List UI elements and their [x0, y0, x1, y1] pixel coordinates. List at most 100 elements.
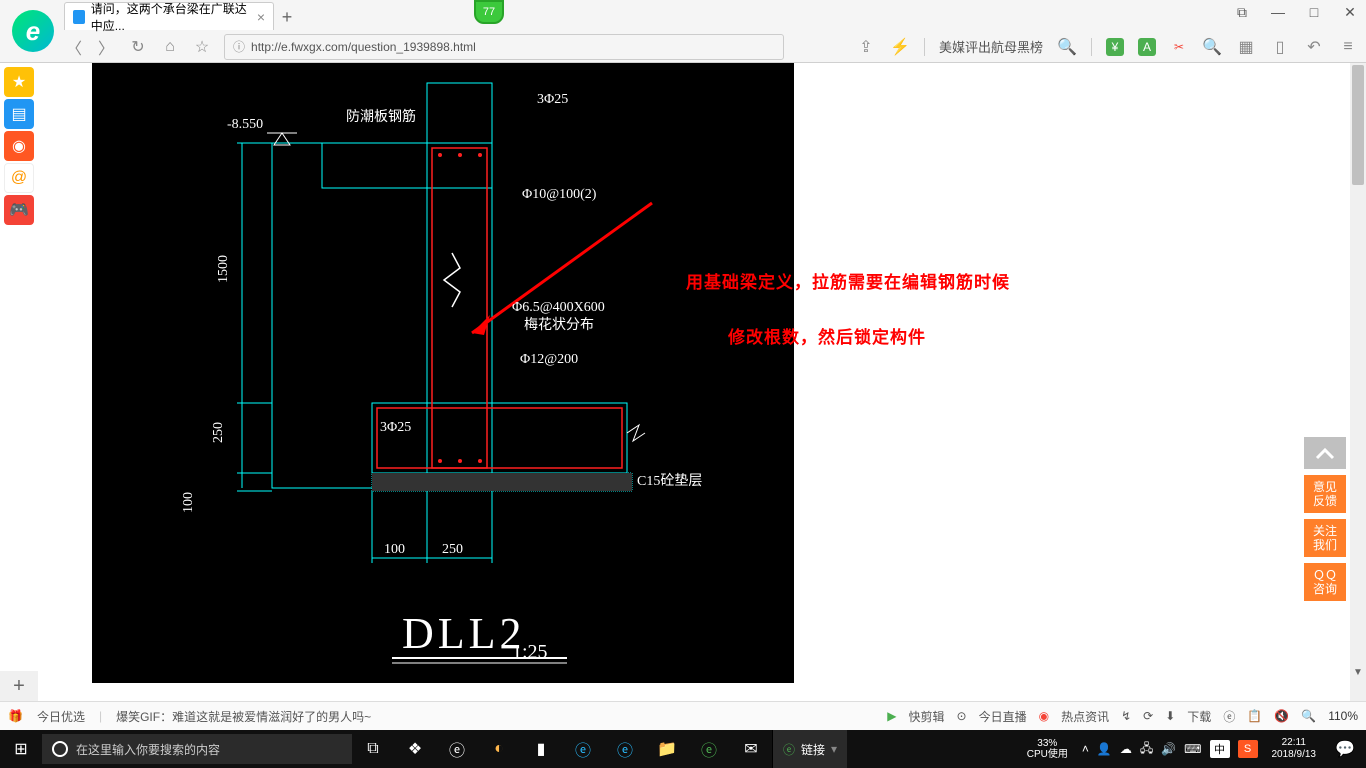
status-ico4[interactable]: 📋: [1247, 709, 1262, 723]
follow-button[interactable]: 关注 我们: [1304, 519, 1346, 557]
reader-icon[interactable]: ▯: [1270, 37, 1290, 57]
menu-icon[interactable]: ≡: [1338, 37, 1358, 57]
tray-up-icon[interactable]: ˄: [1082, 742, 1089, 756]
tray-vol-icon[interactable]: 🔊: [1161, 742, 1176, 756]
window-controls: ⧉ — □ ✕: [1232, 4, 1360, 21]
kuaijian-label[interactable]: 快剪辑: [909, 708, 945, 725]
dock-at[interactable]: @: [4, 163, 34, 193]
status-news[interactable]: 爆笑GIF：难道这就是被爱情滋润好了的男人吗~: [116, 708, 371, 725]
tb-360[interactable]: ⓔ: [688, 730, 730, 768]
floating-buttons: 意见 反馈 关注 我们 ＱＱ 咨询: [1304, 437, 1346, 601]
zoom-tool-icon[interactable]: 🔍: [1301, 709, 1316, 723]
url-text: http://e.fwxgx.com/question_1939898.html: [251, 40, 476, 54]
taskview-icon[interactable]: ⧉: [352, 730, 394, 768]
hot-label[interactable]: 热点资讯: [1061, 708, 1109, 725]
zoom-icon[interactable]: 🔍: [1202, 37, 1222, 57]
cad-scale: 1:25: [512, 641, 548, 663]
hot-news-text[interactable]: 美媒评出航母黑榜: [939, 37, 1043, 56]
tray-cloud-icon[interactable]: ☁: [1120, 742, 1132, 756]
scrollbar-thumb[interactable]: [1352, 65, 1364, 185]
taskbar-clock[interactable]: 22:11 2018/9/13: [1264, 737, 1325, 761]
tab-bar: 请问，这两个承台梁在广联达中应... × + 77: [0, 0, 1366, 30]
dock-weibo[interactable]: ◉: [4, 131, 34, 161]
cad-dim-250b: 250: [442, 542, 463, 557]
search-icon[interactable]: 🔍: [1057, 37, 1077, 57]
tray-net-icon[interactable]: 🖧: [1140, 739, 1153, 760]
scrollbar-down-icon[interactable]: ▼: [1350, 667, 1366, 683]
kuaijian-icon[interactable]: ▶: [887, 709, 896, 723]
wallet-icon[interactable]: ¥: [1106, 38, 1124, 56]
tab-favicon: [73, 10, 85, 24]
cpu-pct: 33%: [1037, 738, 1057, 749]
dock-favorites[interactable]: ★: [4, 67, 34, 97]
tray-kb-icon[interactable]: ⌨: [1184, 742, 1201, 756]
gift-icon[interactable]: 🎁: [8, 709, 23, 723]
share-icon[interactable]: ⇪: [856, 37, 876, 57]
dock-news[interactable]: ▤: [4, 99, 34, 129]
tab-close-icon[interactable]: ×: [257, 9, 265, 25]
back-to-top-button[interactable]: [1304, 437, 1346, 469]
tab-title: 请问，这两个承台梁在广联达中应...: [91, 0, 251, 34]
notification-badge[interactable]: 77: [474, 0, 504, 24]
window-close-icon[interactable]: ✕: [1340, 4, 1360, 21]
tb-browser-link[interactable]: ⓔ 链接 ▾: [772, 730, 847, 768]
tb-explorer[interactable]: 📁: [646, 730, 688, 768]
window-maximize-icon[interactable]: □: [1304, 4, 1324, 21]
tb-ie[interactable]: ⓔ: [604, 730, 646, 768]
status-ico2[interactable]: ⟳: [1143, 709, 1153, 723]
ime-indicator[interactable]: 中: [1210, 740, 1230, 758]
nav-forward-icon[interactable]: 〉: [96, 37, 116, 57]
page-content: -8.550 防潮板钢筋 3Φ25 Φ10@100(2) Φ6.5@400X60…: [38, 63, 1366, 701]
apps-icon[interactable]: ▦: [1236, 37, 1256, 57]
cad-rebar-bottom: 3Φ25: [380, 420, 411, 435]
nav-home-icon[interactable]: ⌂: [160, 37, 180, 57]
status-ico1[interactable]: ↯: [1121, 709, 1131, 723]
url-input[interactable]: ⓘ http://e.fwxgx.com/question_1939898.ht…: [224, 34, 784, 60]
nav-back-icon[interactable]: 〈: [64, 37, 84, 57]
sogou-icon[interactable]: S: [1238, 740, 1258, 758]
cortana-icon: [52, 741, 68, 757]
tb-edge[interactable]: ⓔ: [562, 730, 604, 768]
mute-icon[interactable]: 🔇: [1274, 709, 1289, 723]
tb-app4[interactable]: ▮: [520, 730, 562, 768]
cpu-meter[interactable]: 33% CPU使用: [1019, 730, 1076, 768]
new-tab-button[interactable]: +: [274, 4, 300, 30]
cad-tie-note: 梅花状分布: [524, 317, 594, 333]
nav-reload-icon[interactable]: ↻: [128, 37, 148, 57]
clock-time: 22:11: [1282, 737, 1306, 749]
clock-date: 2018/9/13: [1272, 749, 1317, 761]
screenshot-icon[interactable]: ✂: [1170, 38, 1188, 56]
annotation-text: 用基础梁定义，拉筋需要在编辑钢筋时候 修改根数，然后锁定构件: [686, 269, 1010, 351]
download-label[interactable]: 下载: [1187, 708, 1211, 725]
tb-mail[interactable]: ✉: [730, 730, 772, 768]
browser-status-bar: 🎁 今日优选 | 爆笑GIF：难道这就是被爱情滋润好了的男人吗~ ▶ 快剪辑 ⊙…: [0, 701, 1366, 730]
today-pick[interactable]: 今日优选: [37, 708, 85, 725]
hot-icon[interactable]: ◉: [1039, 709, 1049, 723]
live-label[interactable]: 今日直播: [979, 708, 1027, 725]
undo-icon[interactable]: ↶: [1304, 37, 1324, 57]
tray-user-icon[interactable]: 👤: [1097, 742, 1112, 756]
browser-tab[interactable]: 请问，这两个承台梁在广联达中应... ×: [64, 2, 274, 30]
taskbar-search[interactable]: 在这里输入你要搜索的内容: [42, 734, 352, 764]
dock-add-button[interactable]: +: [0, 671, 38, 701]
cad-dim-250: 250: [211, 422, 226, 443]
vertical-scrollbar[interactable]: ▼: [1350, 63, 1366, 701]
window-minimize-icon[interactable]: —: [1268, 4, 1288, 21]
live-icon[interactable]: ⊙: [957, 709, 967, 723]
zoom-value[interactable]: 110%: [1328, 709, 1358, 723]
translate-icon[interactable]: A: [1138, 38, 1156, 56]
nav-favorite-icon[interactable]: ☆: [192, 37, 212, 57]
download-icon[interactable]: ⬇: [1165, 709, 1175, 723]
feedback-button[interactable]: 意见 反馈: [1304, 475, 1346, 513]
browser-chrome: e 请问，这两个承台梁在广联达中应... × + 77 ⧉ — □ ✕ 〈 〉 …: [0, 0, 1366, 63]
qq-button[interactable]: ＱＱ 咨询: [1304, 563, 1346, 601]
dock-games[interactable]: 🎮: [4, 195, 34, 225]
tb-app2[interactable]: ⓔ: [436, 730, 478, 768]
action-center-icon[interactable]: 💬: [1324, 730, 1366, 768]
start-button[interactable]: ⊞: [0, 730, 42, 768]
status-ico3[interactable]: ⓔ: [1223, 708, 1235, 725]
window-popout-icon[interactable]: ⧉: [1232, 4, 1252, 21]
tb-app3[interactable]: ◐: [478, 730, 520, 768]
flash-icon[interactable]: ⚡: [890, 37, 910, 57]
tb-app1[interactable]: ❖: [394, 730, 436, 768]
